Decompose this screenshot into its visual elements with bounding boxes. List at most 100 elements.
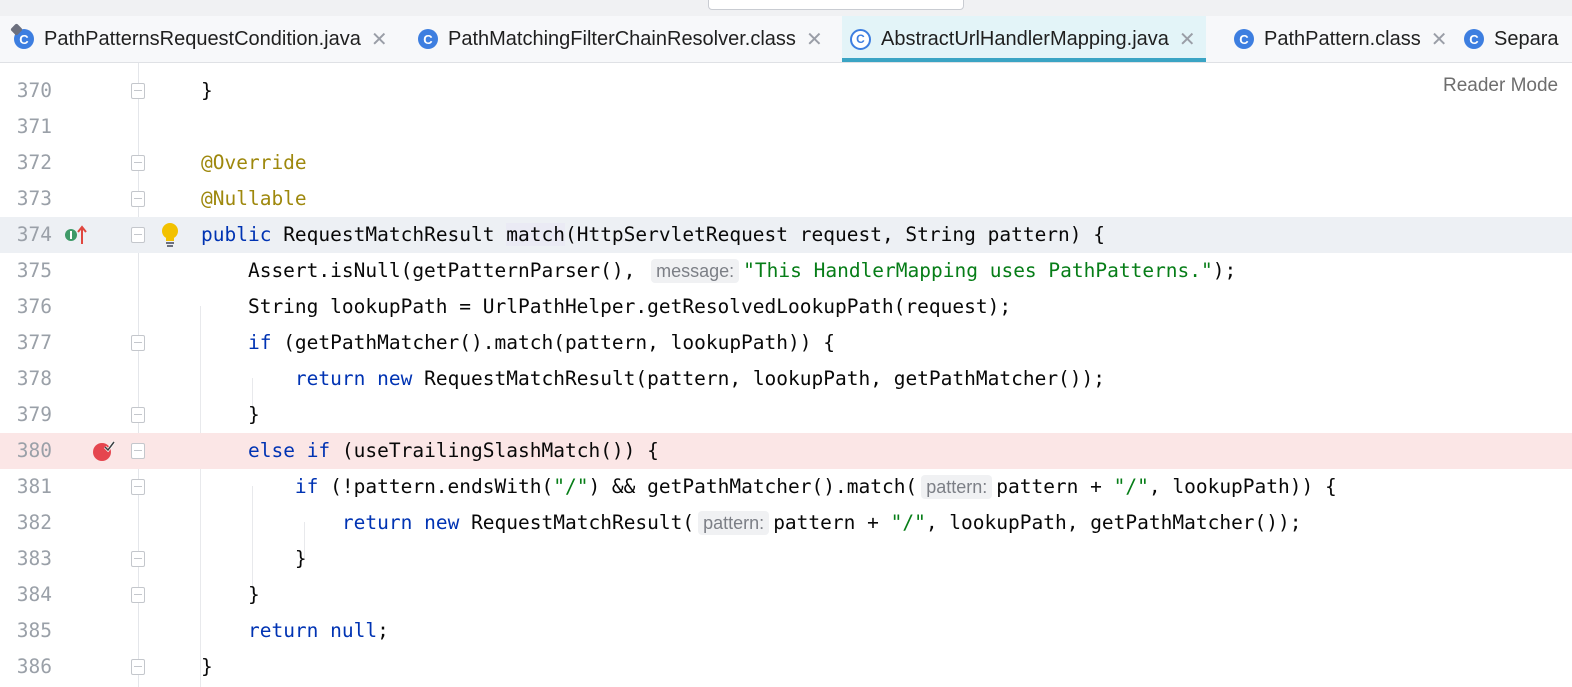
annotation-override: @Override [201,151,307,174]
tab-path-patterns-request-condition[interactable]: C PathPatternsRequestCondition.java ✕ [14,16,388,62]
code-segment: , lookupPath, getPathMatcher()); [925,511,1302,534]
code-line-379: 379 } [0,397,1572,433]
close-icon[interactable]: ✕ [371,27,388,52]
code-line-370: 370 } [0,73,1572,109]
fold-marker[interactable] [131,155,145,171]
close-icon[interactable]: ✕ [1179,27,1196,52]
line-number: 383 [16,547,52,570]
editor-tab-bar: C PathPatternsRequestCondition.java ✕ C … [0,16,1572,63]
code-segment: pattern + [773,511,891,534]
fold-marker[interactable] [131,551,145,567]
tab-abstract-url-handler-mapping[interactable]: C AbstractUrlHandlerMapping.java ✕ [842,16,1206,62]
line-number: 384 [16,583,52,606]
keyword: if [247,331,272,354]
code-line-374: 374 public RequestMatchResult match(Http… [0,217,1572,253]
code-line-384: 384 } [0,577,1572,613]
line-number: 380 [16,439,52,462]
code-text: return null; [201,613,389,649]
line-number: 381 [16,475,52,498]
keyword: if [306,439,331,462]
string-literal: "/" [890,511,926,534]
fold-marker[interactable] [131,443,145,459]
tab-path-pattern[interactable]: C PathPattern.class ✕ [1234,16,1448,62]
code-text: else if (useTrailingSlashMatch()) { [201,433,659,469]
code-line-382: 382 return new RequestMatchResult(patter… [0,505,1572,541]
close-icon[interactable]: ✕ [1431,27,1448,52]
fold-marker[interactable] [131,587,145,603]
line-number: 385 [16,619,52,642]
code-text: } [201,403,260,426]
lightbulb-icon[interactable] [160,221,180,249]
class-icon: C [1464,29,1484,49]
tab-label: Separa [1494,27,1559,50]
code-line-376: 376 String lookupPath = UrlPathHelper.ge… [0,289,1572,325]
code-text: return new RequestMatchResult(pattern, l… [201,361,1105,397]
code-text: return new RequestMatchResult(pattern: pa… [201,505,1302,541]
code-segment: Assert.isNull(getPatternParser(), [201,259,648,282]
class-icon: C [418,29,438,49]
code-text: } [201,547,307,570]
fold-marker[interactable] [131,335,145,351]
code-line-380: 380 else if (useTrailingSlashMatch()) { [0,433,1572,469]
string-literal: "/" [553,475,589,498]
tab-label: PathPatternsRequestCondition.java [44,27,361,50]
tab-label: PathPattern.class [1264,27,1421,50]
fold-marker[interactable] [131,479,145,495]
code-segment: ); [1212,259,1237,282]
fold-marker[interactable] [131,659,145,675]
code-segment: (HttpServletRequest request, String patt… [564,223,1106,246]
parameter-hint: pattern: [921,475,993,499]
keyword: else [247,439,295,462]
code-segment: ) && getPathMatcher().match( [588,475,918,498]
code-text: } [201,655,213,678]
popup-edge [708,0,964,10]
implements-method-icon[interactable] [64,224,88,246]
code-line-386: 386 } [0,649,1572,685]
code-line-375: 375 Assert.isNull(getPatternParser(), me… [0,253,1572,289]
keyword: public [201,223,272,246]
line-number: 371 [16,115,52,138]
string-literal: "/" [1113,475,1149,498]
fold-marker[interactable] [131,407,145,423]
code-text: public RequestMatchResult match(HttpServ… [201,217,1105,253]
method-name-highlight: match [506,223,565,246]
keyword: new [424,511,460,534]
fold-marker[interactable] [131,83,145,99]
line-number: 382 [16,511,52,534]
code-segment: ; [377,619,389,642]
code-segment: (useTrailingSlashMatch()) { [330,439,659,462]
fold-marker[interactable] [131,227,145,243]
code-line-373: 373 @Nullable [0,181,1572,217]
code-text: } [201,79,213,102]
tab-label: AbstractUrlHandlerMapping.java [881,27,1169,50]
line-number: 373 [16,187,52,210]
code-segment: (!pattern.endsWith( [318,475,554,498]
tab-path-matching-filter-chain-resolver[interactable]: C PathMatchingFilterChainResolver.class … [418,16,823,62]
code-segment: (getPathMatcher().match(pattern, lookupP… [271,331,835,354]
line-number: 374 [16,223,52,246]
line-number: 377 [16,331,52,354]
breakpoint-icon[interactable] [92,440,116,462]
code-text: Assert.isNull(getPatternParser(), messag… [201,253,1236,289]
class-icon: C [14,29,34,49]
class-icon: C [850,28,871,50]
code-text: if (getPathMatcher().match(pattern, look… [201,325,835,361]
fold-marker[interactable] [131,191,145,207]
line-number: 375 [16,259,52,282]
close-icon[interactable]: ✕ [806,27,823,52]
line-number: 378 [16,367,52,390]
code-editor[interactable]: Reader Mode 370 } 371 372 @Override 373 … [0,63,1572,687]
code-text: } [201,583,260,606]
code-line-381: 381 if (!pattern.endsWith("/") && getPat… [0,469,1572,505]
tab-separator-overflow[interactable]: C Separa [1464,16,1559,62]
line-number: 372 [16,151,52,174]
line-number: 370 [16,79,52,102]
parameter-hint: message: [651,259,740,283]
